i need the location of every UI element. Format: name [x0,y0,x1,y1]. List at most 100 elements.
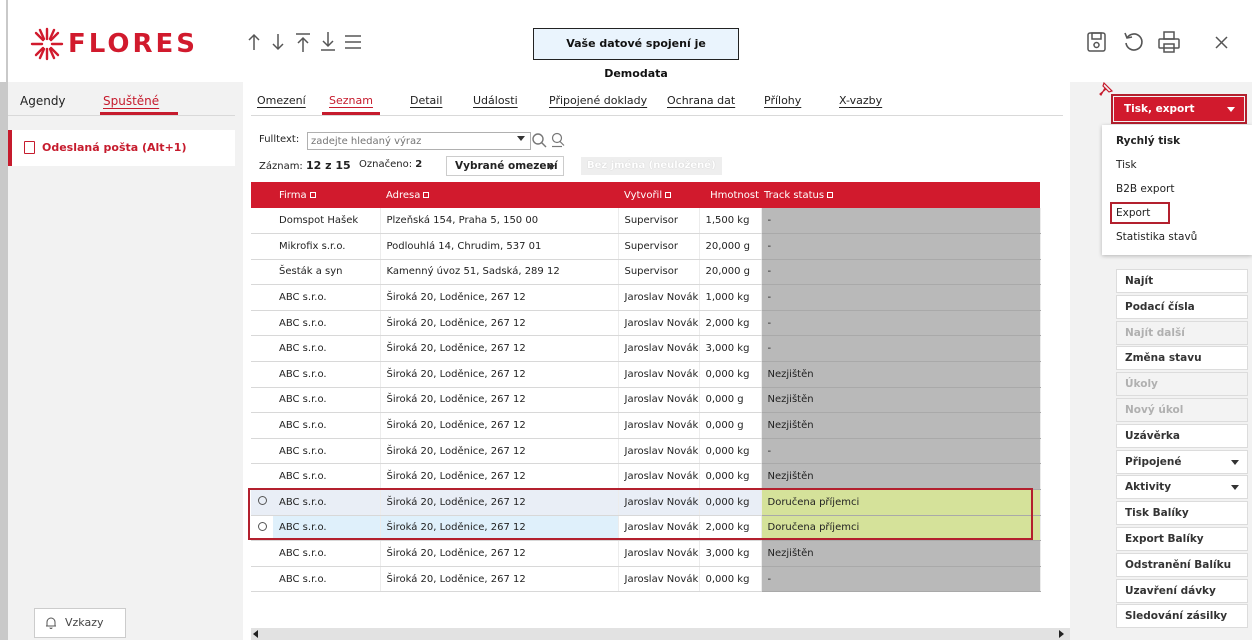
row-select-cell [251,208,273,235]
action-button-label: Uzavření dávky [1125,584,1216,597]
refresh-icon[interactable] [1122,30,1146,54]
track-status-cell: Nezjištěn [761,540,1041,567]
column-header-firma[interactable]: Firma [273,182,380,208]
column-header-vytvoril[interactable]: Vytvořil [618,182,699,208]
advanced-search-icon[interactable] [550,132,566,148]
scroll-left-icon[interactable] [253,630,258,638]
menu-item-statistika-stavu[interactable]: Statistika stavů [1116,231,1197,243]
row-select-cell [251,335,273,363]
table-row[interactable]: ABC s.r.o. Široká 20, Loděnice, 267 12 Jar… [251,515,1041,542]
close-icon[interactable] [1210,30,1234,54]
vytvoril-cell: Jaroslav Novák [618,438,700,465]
scroll-right-icon[interactable] [1059,630,1064,638]
track-status-cell: - [761,566,1041,593]
action-button-pripojene[interactable]: Připojené [1116,449,1248,474]
top-bar: FLORES Vaše datové spojení je Demodata [0,0,1252,82]
row-select-cell [251,284,273,311]
connection-info: Vaše datové spojení je Demodata [533,28,739,80]
action-button-tisk-baliky[interactable]: Tisk Balíky [1116,501,1248,526]
fulltext-input[interactable] [307,132,531,150]
action-button-label: Tisk Balíky [1125,507,1189,520]
action-button-novy-ukol[interactable]: Nový úkol [1116,398,1248,422]
adresa-cell: Široká 20, Loděnice, 267 12 [380,387,619,414]
action-button-zmena-stavu[interactable]: Změna stavu [1116,346,1248,371]
print-export-menu: Rychlý tisk Tisk B2B export Export Stati… [1102,125,1252,255]
table-row[interactable]: ABC s.r.o. Široká 20, Loděnice, 267 12 Jar… [251,463,1041,491]
table-row[interactable]: ABC s.r.o. Široká 20, Loděnice, 267 12 Jar… [251,284,1041,311]
fulltext-label: Fulltext: [259,134,300,145]
action-button-odstraneni-baliku[interactable]: Odstranění Balíku [1116,552,1248,577]
hmotnost-cell: 0,000 kg [699,566,762,593]
hmotnost-cell: 0,000 kg [699,463,762,491]
adresa-cell: Široká 20, Loděnice, 267 12 [380,463,619,491]
arrow-down-icon[interactable] [268,30,288,54]
table-row[interactable]: ABC s.r.o. Široká 20, Loděnice, 267 12 Jar… [251,310,1041,337]
save-icon[interactable] [1085,30,1109,54]
arrow-last-icon[interactable] [318,30,338,54]
column-header-track-status[interactable]: Track status [761,182,1040,208]
table-row[interactable]: ABC s.r.o. Široká 20, Loděnice, 267 12 Jar… [251,540,1041,567]
selected-counter-label: Označeno: [359,159,413,170]
table-row[interactable]: ABC s.r.o. Široká 20, Loděnice, 267 12 Jar… [251,489,1041,516]
menu-item-rychly-tisk[interactable]: Rychlý tisk [1116,135,1180,147]
action-button-sledovani-zasilky[interactable]: Sledování zásilky [1116,604,1248,629]
table-row[interactable]: ABC s.r.o. Široká 20, Loděnice, 267 12 Jar… [251,361,1041,388]
hmotnost-cell: 2,000 kg [699,310,762,337]
table-row[interactable]: ABC s.r.o. Široká 20, Loděnice, 267 12 Jar… [251,438,1041,465]
search-icon[interactable] [531,132,547,148]
menu-item-export[interactable]: Export [1116,207,1150,219]
adresa-cell: Široká 20, Loděnice, 267 12 [380,310,619,337]
action-button-uzaverka[interactable]: Uzávěrka [1116,423,1248,448]
table-row[interactable]: Mikrofix s.r.o. Podlouhlá 14, Chrudim, 53… [251,233,1041,260]
tab-x-vazby[interactable]: X-vazby [839,94,882,107]
row-marker-icon[interactable] [257,496,267,506]
row-marker-icon[interactable] [257,521,267,531]
tab-omezeni[interactable]: Omezení [257,94,306,107]
tab-prilohy[interactable]: Přílohy [764,94,801,107]
print-export-dropdown[interactable]: Tisk, export [1111,94,1247,124]
print-icon[interactable] [1157,30,1181,54]
action-button-label: Najít další [1125,326,1185,339]
table-row[interactable]: ABC s.r.o. Široká 20, Loděnice, 267 12 Jar… [251,387,1041,414]
menu-icon[interactable] [343,30,363,54]
fulltext-dropdown-icon[interactable] [517,136,525,141]
column-header-hmotnost[interactable]: Hmotnost [699,182,761,208]
tab-agendy[interactable]: Agendy [20,94,66,108]
arrow-first-icon[interactable] [293,30,313,54]
tab-pripojene-doklady[interactable]: Připojené doklady [549,94,647,107]
row-select-cell [251,259,273,286]
table-row[interactable]: ABC s.r.o. Široká 20, Loděnice, 267 12 Jar… [251,412,1041,439]
arrow-up-icon[interactable] [244,30,264,54]
running-agenda-item[interactable]: Odeslaná pošta (Alt+1) [8,130,235,166]
table-row[interactable]: ABC s.r.o. Široká 20, Loděnice, 267 12 Jar… [251,566,1041,593]
column-filter-icon [309,191,316,198]
menu-item-tisk[interactable]: Tisk [1116,159,1137,171]
track-status-cell: Nezjištěn [761,387,1041,414]
action-button-aktivity[interactable]: Aktivity [1116,475,1248,500]
action-button-najit-dalsi[interactable]: Najít další [1116,320,1248,345]
action-button-najit[interactable]: Najít [1116,269,1248,293]
tab-ochrana-dat[interactable]: Ochrana dat [667,94,735,107]
adresa-cell: Podlouhlá 14, Chrudim, 537 01 [380,233,619,260]
action-button-podaci-cisla[interactable]: Podací čísla [1116,294,1248,319]
table-row[interactable]: Šesták a syn Kamenný úvoz 51, Sadská, 289… [251,259,1041,286]
firma-cell: ABC s.r.o. [273,515,381,542]
tab-spustene[interactable]: Spuštěné [103,94,159,108]
messages-button[interactable]: Vzkazy [34,608,126,638]
menu-item-b2b-export[interactable]: B2B export [1116,183,1174,195]
action-button-ukoly[interactable]: Úkoly [1116,372,1248,397]
column-header-adresa[interactable]: Adresa [380,182,618,208]
action-button-uzavreni-davky[interactable]: Uzavření dávky [1116,578,1248,603]
action-button-export-baliky[interactable]: Export Balíky [1116,527,1248,551]
tab-detail[interactable]: Detail [410,94,442,107]
hmotnost-cell: 0,000 kg [699,361,762,388]
pin-icon[interactable] [1099,82,1113,96]
tab-udalosti[interactable]: Události [473,94,518,107]
running-agenda-label: Odeslaná pošta (Alt+1) [42,141,187,154]
filter-select[interactable]: Vybrané omezení [446,156,564,176]
horizontal-scrollbar[interactable] [251,628,1070,640]
table-row[interactable]: ABC s.r.o. Široká 20, Loděnice, 267 12 Jar… [251,335,1041,363]
table-row[interactable]: Domspot Hašek Plzeňská 154, Praha 5, 150 … [251,208,1041,235]
adresa-cell: Široká 20, Loděnice, 267 12 [380,438,619,465]
tab-seznam[interactable]: Seznam [329,94,373,107]
